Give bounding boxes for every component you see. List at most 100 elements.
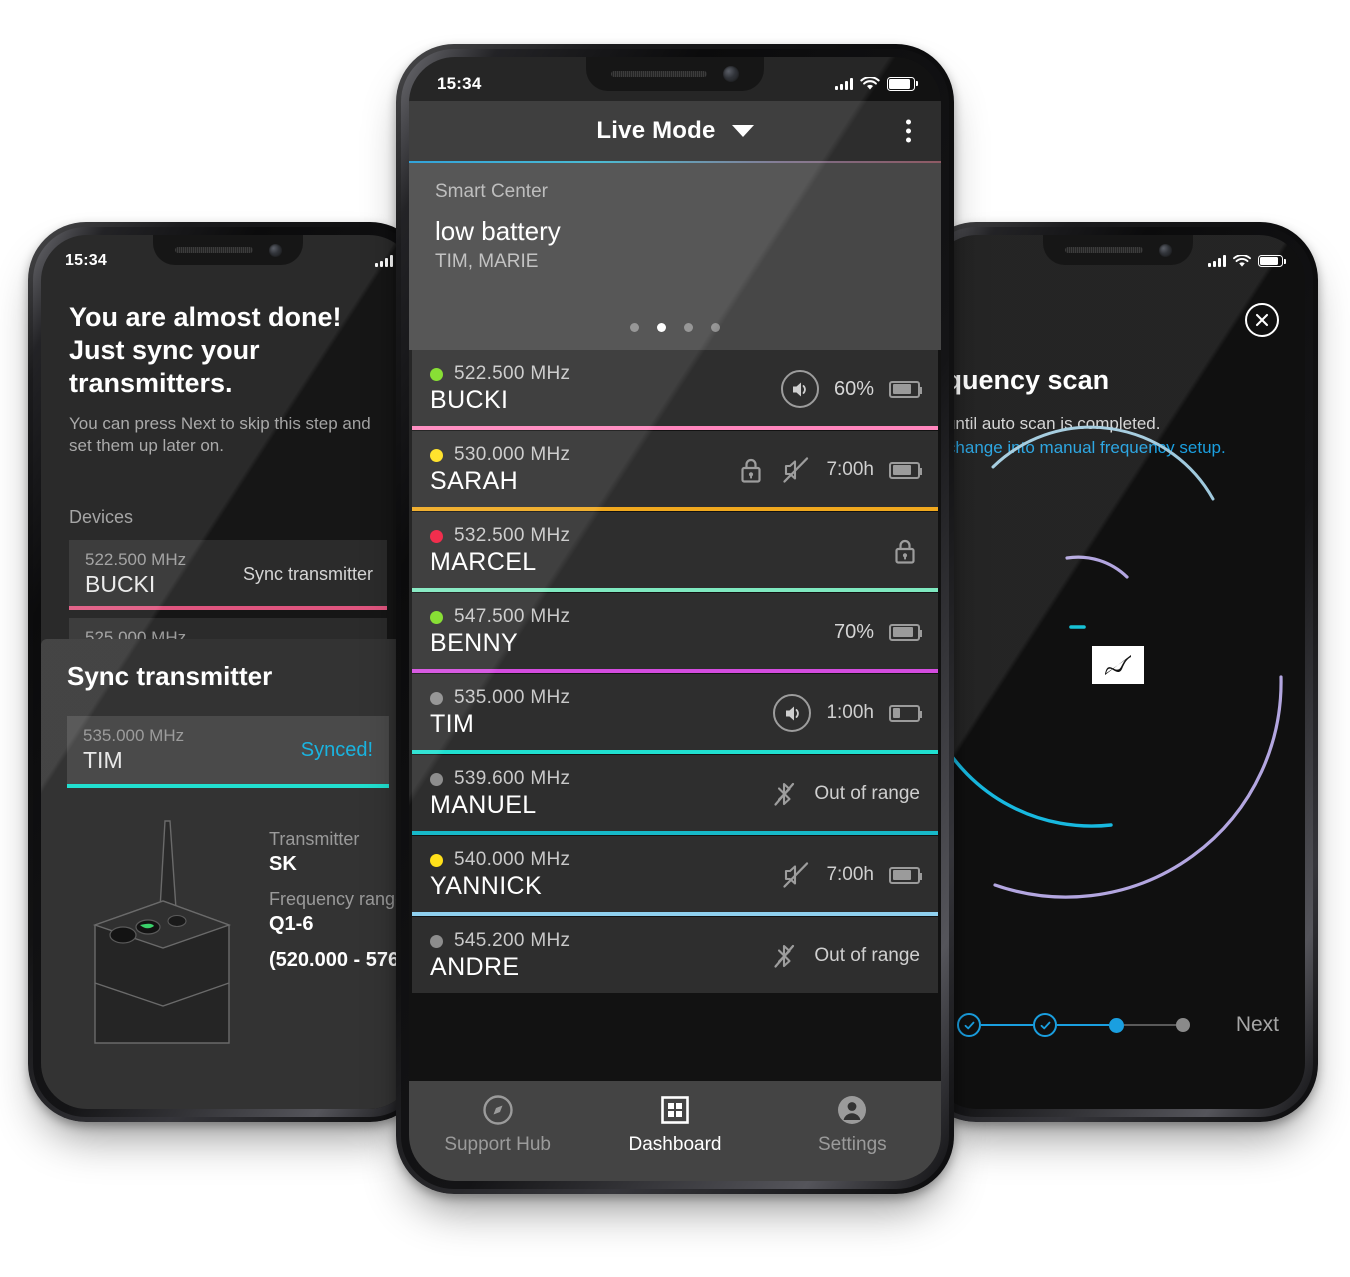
speaker-on-icon[interactable] [780,370,819,408]
device-frequency-line: 532.500 MHz [430,525,890,547]
device-info: 547.500 MHz BENNY [430,606,834,658]
tab-settings[interactable]: Settings [764,1093,941,1156]
transmitter-illustration-icon [92,820,232,1044]
device-row[interactable]: 539.600 MHz MANUEL Out of range [412,755,938,835]
page-title: Live Mode [596,117,716,144]
tab-support-hub[interactable]: Support Hub [409,1093,586,1156]
sennheiser-logo-icon [1096,650,1140,680]
step-completed-2[interactable] [1033,1013,1057,1037]
frequency-range-detail: (520.000 - 576.000 [269,949,415,971]
wifi-icon [860,77,880,90]
device-battery-percent: 60% [833,377,874,400]
device-status-dot [430,529,443,543]
device-status: 7:00h [826,459,874,480]
center-status-icons [835,77,918,91]
device-row[interactable]: 535.000 MHz TIM 1:00h [412,674,938,754]
next-button[interactable]: Next [1236,1013,1279,1037]
device-battery-icon [889,380,922,398]
device-frequency: 530.000 MHz [454,444,571,465]
device-controls: Out of range [769,941,920,971]
device-status-dot [430,367,443,381]
device-row[interactable]: 540.000 MHz YANNICK 7:00h [412,836,938,916]
bottom-tab-bar: Support Hub Dashboard Settings [409,1081,941,1181]
sheet-device-row[interactable]: 535.000 MHz TIM Synced! [67,716,389,788]
tab-label: Support Hub [444,1134,551,1155]
page-dot[interactable] [684,323,693,332]
device-info: 530.000 MHz SARAH [430,444,736,496]
lock-icon[interactable] [736,455,766,485]
cellular-bars-icon [835,78,853,90]
cellular-bars-icon [1208,255,1226,267]
device-info: 532.500 MHz MARCEL [430,525,890,577]
center-phone-device: 15:34 Live Mode Smart Center low battery… [396,44,954,1194]
bluetooth-off-icon[interactable] [769,779,799,809]
device-accent-bar [412,426,938,430]
close-icon[interactable] [1245,303,1279,337]
device-battery-icon [889,461,922,479]
step-completed-1[interactable] [957,1013,981,1037]
device-accent-bar [412,912,938,916]
device-list: 522.500 MHz BUCKI 60% 530.000 MHz SARAH 7:00h… [409,350,941,993]
sheet-device-name: TIM [83,747,123,773]
device-status-dot [430,934,443,948]
device-status-dot [430,448,443,462]
speaker-muted-icon[interactable] [781,860,811,890]
device-row[interactable]: 545.200 MHz ANDRE Out of range [412,917,938,993]
screenshot-stage: 15:34 You are almost done! Just sync you… [0,0,1350,1277]
device-accent-bar [412,507,938,511]
transmitter-info: Transmitter SK Frequency range: Q1-6 (52… [269,829,415,985]
cellular-bars-icon [375,255,393,267]
device-info: 539.600 MHz MANUEL [430,768,769,820]
device-accent-bar [412,831,938,835]
bluetooth-off-icon[interactable] [769,941,799,971]
device-status: Out of range [814,783,920,804]
sheet-device-text: 535.000 MHz TIM [83,726,184,774]
step-current-3[interactable] [1109,1017,1124,1033]
chevron-down-icon[interactable] [731,125,754,137]
device-frequency-line: 522.500 MHz [430,363,781,385]
device-accent-bar [412,750,938,754]
device-row[interactable]: 547.500 MHz BENNY 70% [412,593,938,673]
device-controls: 7:00h [736,455,922,485]
left-phone-screen: 15:34 You are almost done! Just sync you… [41,235,415,1109]
speaker-muted-icon[interactable] [781,455,811,485]
device-frequency: 540.000 MHz [454,849,571,870]
center-status-time: 15:34 [437,74,482,93]
lock-icon[interactable] [890,536,920,566]
smart-center-title: low battery [435,216,561,246]
page-dot-active[interactable] [657,323,666,332]
page-dot[interactable] [711,323,720,332]
right-phone-screen: frequency scan wait until auto scan is c… [931,235,1305,1109]
left-device-accent-bar [69,606,387,610]
device-row[interactable]: 532.500 MHz MARCEL [412,512,938,592]
device-frequency-line: 540.000 MHz [430,849,781,871]
device-row[interactable]: 522.500 MHz BUCKI 60% [412,350,938,430]
account-icon [838,1096,867,1124]
left-device-text: 522.500 MHz BUCKI [85,550,186,598]
front-camera-icon [723,66,739,82]
kebab-menu-icon[interactable] [906,119,911,143]
battery-icon [1258,255,1286,267]
sync-transmitter-sheet: Sync transmitter 535.000 MHz TIM Synced! [41,639,415,1109]
left-devices-label: Devices [69,507,134,527]
smart-center-subtitle: TIM, MARIE [435,250,539,272]
device-frequency-line: 545.200 MHz [430,930,769,952]
tab-dashboard[interactable]: Dashboard [586,1093,763,1156]
speaker-on-icon[interactable] [773,694,812,732]
left-phone-notch [153,235,303,265]
device-frequency: 535.000 MHz [454,687,571,708]
page-dot[interactable] [630,323,639,332]
device-name: TIM [430,710,475,738]
sync-transmitter-action[interactable]: Sync transmitter [243,564,373,585]
device-controls [890,536,920,566]
right-status-icons [1208,254,1286,268]
sennheiser-logo [1092,646,1144,684]
smart-center-card[interactable]: Smart Center low battery TIM, MARIE [409,163,941,350]
carousel-page-dots[interactable] [409,323,941,332]
device-status: Out of range [814,945,920,966]
device-row[interactable]: 530.000 MHz SARAH 7:00h [412,431,938,511]
left-device-row[interactable]: 522.500 MHz BUCKI Sync transmitter [69,540,387,610]
sheet-title: Sync transmitter [67,661,273,691]
step-pending-4[interactable] [1176,1018,1190,1032]
front-camera-icon [1158,243,1172,257]
